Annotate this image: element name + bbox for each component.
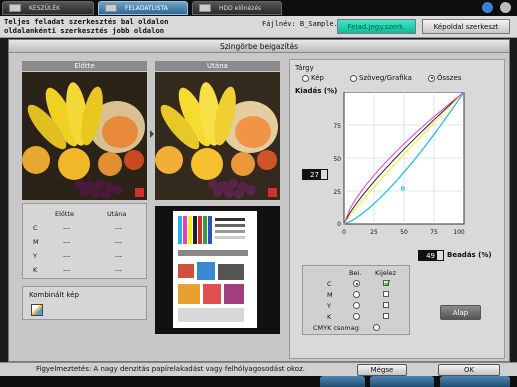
after-label: Utána — [155, 61, 280, 71]
y-tick: 75 — [334, 123, 341, 130]
row-after-value: --- — [115, 224, 123, 232]
target-radio-all[interactable]: Összes — [428, 74, 461, 82]
output-value-stepper[interactable]: 27 — [302, 169, 328, 180]
col-display-header: Kijelez — [375, 269, 397, 277]
job-list-icon — [105, 4, 117, 12]
channel-c-radio[interactable] — [353, 280, 360, 287]
col-after-header: Utána — [107, 210, 127, 218]
ok-button[interactable]: OK — [438, 364, 500, 376]
cmyk-bundle-radio[interactable] — [373, 324, 380, 331]
y-tick: 50 — [334, 156, 341, 163]
arrow-icon — [150, 130, 154, 138]
tab-job-list[interactable]: FELADATLISTA — [98, 1, 188, 15]
channel-y-display-checkbox[interactable] — [383, 302, 389, 308]
hdd-icon — [199, 4, 211, 12]
before-image — [22, 72, 147, 200]
col-on-header: Bei. — [349, 269, 362, 277]
channel-label: K — [327, 313, 332, 321]
row-channel: Y — [33, 252, 37, 260]
radio-icon — [350, 74, 357, 82]
bottom-bar — [0, 376, 517, 387]
x-tick: 75 — [430, 229, 438, 236]
channel-label: Y — [327, 302, 331, 310]
radio-selected-icon — [428, 74, 435, 82]
row-channel: K — [33, 266, 38, 274]
channel-k-display-checkbox[interactable] — [383, 313, 389, 319]
tone-curve-chart[interactable]: 100 75 50 25 0 0 25 50 75 100 — [334, 92, 494, 240]
channel-k-radio[interactable] — [353, 313, 360, 320]
row-after-value: --- — [115, 266, 123, 274]
row-before-value: --- — [63, 266, 71, 274]
row-before-value: --- — [63, 252, 71, 260]
image-edit-button[interactable]: Képoldal szerkeszt — [422, 19, 510, 34]
input-axis-label: Beadás (%) — [447, 251, 492, 259]
curve-control-point[interactable] — [400, 186, 405, 191]
radio-icon — [302, 74, 309, 82]
row-after-value: --- — [115, 252, 123, 260]
combined-image-icon[interactable] — [31, 304, 43, 316]
y-tick: 0 — [337, 221, 341, 228]
row-after-value: --- — [115, 238, 123, 246]
top-tab-bar: KÉSZÜLÉK FELADATLISTA HDD előnézés — [0, 0, 517, 16]
help-icon[interactable] — [482, 2, 493, 13]
density-table: Előtte Utána C --- --- M --- --- Y --- -… — [22, 203, 147, 279]
page-preview — [155, 206, 280, 334]
channel-c-display-checkbox[interactable] — [383, 280, 390, 286]
input-value-stepper[interactable]: 49 — [418, 250, 444, 261]
channel-m-display-checkbox[interactable] — [383, 291, 389, 297]
channel-m-radio[interactable] — [353, 291, 360, 298]
bottom-tab[interactable] — [370, 376, 434, 387]
after-image — [155, 72, 280, 200]
edit-instruction: Teljes feladat szerkesztés bal oldalon o… — [4, 17, 169, 35]
tab-machine[interactable]: KÉSZÜLÉK — [2, 1, 94, 15]
x-tick: 100 — [453, 229, 465, 236]
cancel-button[interactable]: Mégse — [357, 364, 407, 376]
row-channel: C — [33, 224, 38, 232]
combined-image-label: Kombinált kép — [29, 291, 79, 299]
warning-message: Figyelmeztetés: A nagy denzitás papírela… — [36, 365, 305, 373]
stepper-arrow-icon[interactable] — [321, 170, 327, 179]
settings-icon[interactable] — [500, 2, 511, 13]
channel-y-radio[interactable] — [353, 302, 360, 309]
machine-icon — [9, 4, 21, 12]
combined-image-panel: Kombinált kép — [22, 286, 147, 320]
channel-select-table: Bei. Kijelez C M Y K CMYK csomag — [302, 265, 410, 335]
stepper-arrow-icon[interactable] — [437, 251, 443, 260]
y-tick: 25 — [334, 189, 341, 196]
cmyk-bundle-label: CMYK csomag — [313, 324, 359, 332]
col-before-header: Előtte — [55, 210, 74, 218]
tab-hdd-preview[interactable]: HDD előnézés — [192, 1, 282, 15]
row-channel: M — [33, 238, 39, 246]
bottom-tab[interactable] — [440, 376, 510, 387]
x-tick: 25 — [370, 229, 378, 236]
x-tick: 50 — [400, 229, 408, 236]
job-edit-button[interactable]: Felad.jegy.szerk. — [337, 19, 416, 34]
channel-label: C — [327, 280, 332, 288]
row-before-value: --- — [63, 238, 71, 246]
target-label: Tárgy — [295, 64, 314, 72]
output-axis-label: Kiadás (%) — [295, 87, 338, 95]
reset-button[interactable]: Alap — [440, 305, 481, 320]
tone-curve-panel: Tárgy Kép Szöveg/Grafika Összes Kiadás (… — [289, 59, 505, 359]
channel-label: M — [327, 291, 333, 299]
bottom-tab[interactable] — [320, 376, 365, 387]
header-bar: Teljes feladat szerkesztés bal oldalon o… — [0, 16, 517, 38]
target-radio-text-graphics[interactable]: Szöveg/Grafika — [350, 74, 412, 82]
target-radio-image[interactable]: Kép — [302, 74, 324, 82]
row-before-value: --- — [63, 224, 71, 232]
tone-curve-dialog: Szingörbe beigazítás Előtte Utána Előtte… — [8, 39, 510, 362]
dialog-title: Szingörbe beigazítás — [9, 40, 509, 53]
before-label: Előtte — [22, 61, 147, 71]
x-tick: 0 — [342, 229, 346, 236]
footer-bar: Figyelmeztetés: A nagy denzitás papírela… — [0, 362, 517, 376]
